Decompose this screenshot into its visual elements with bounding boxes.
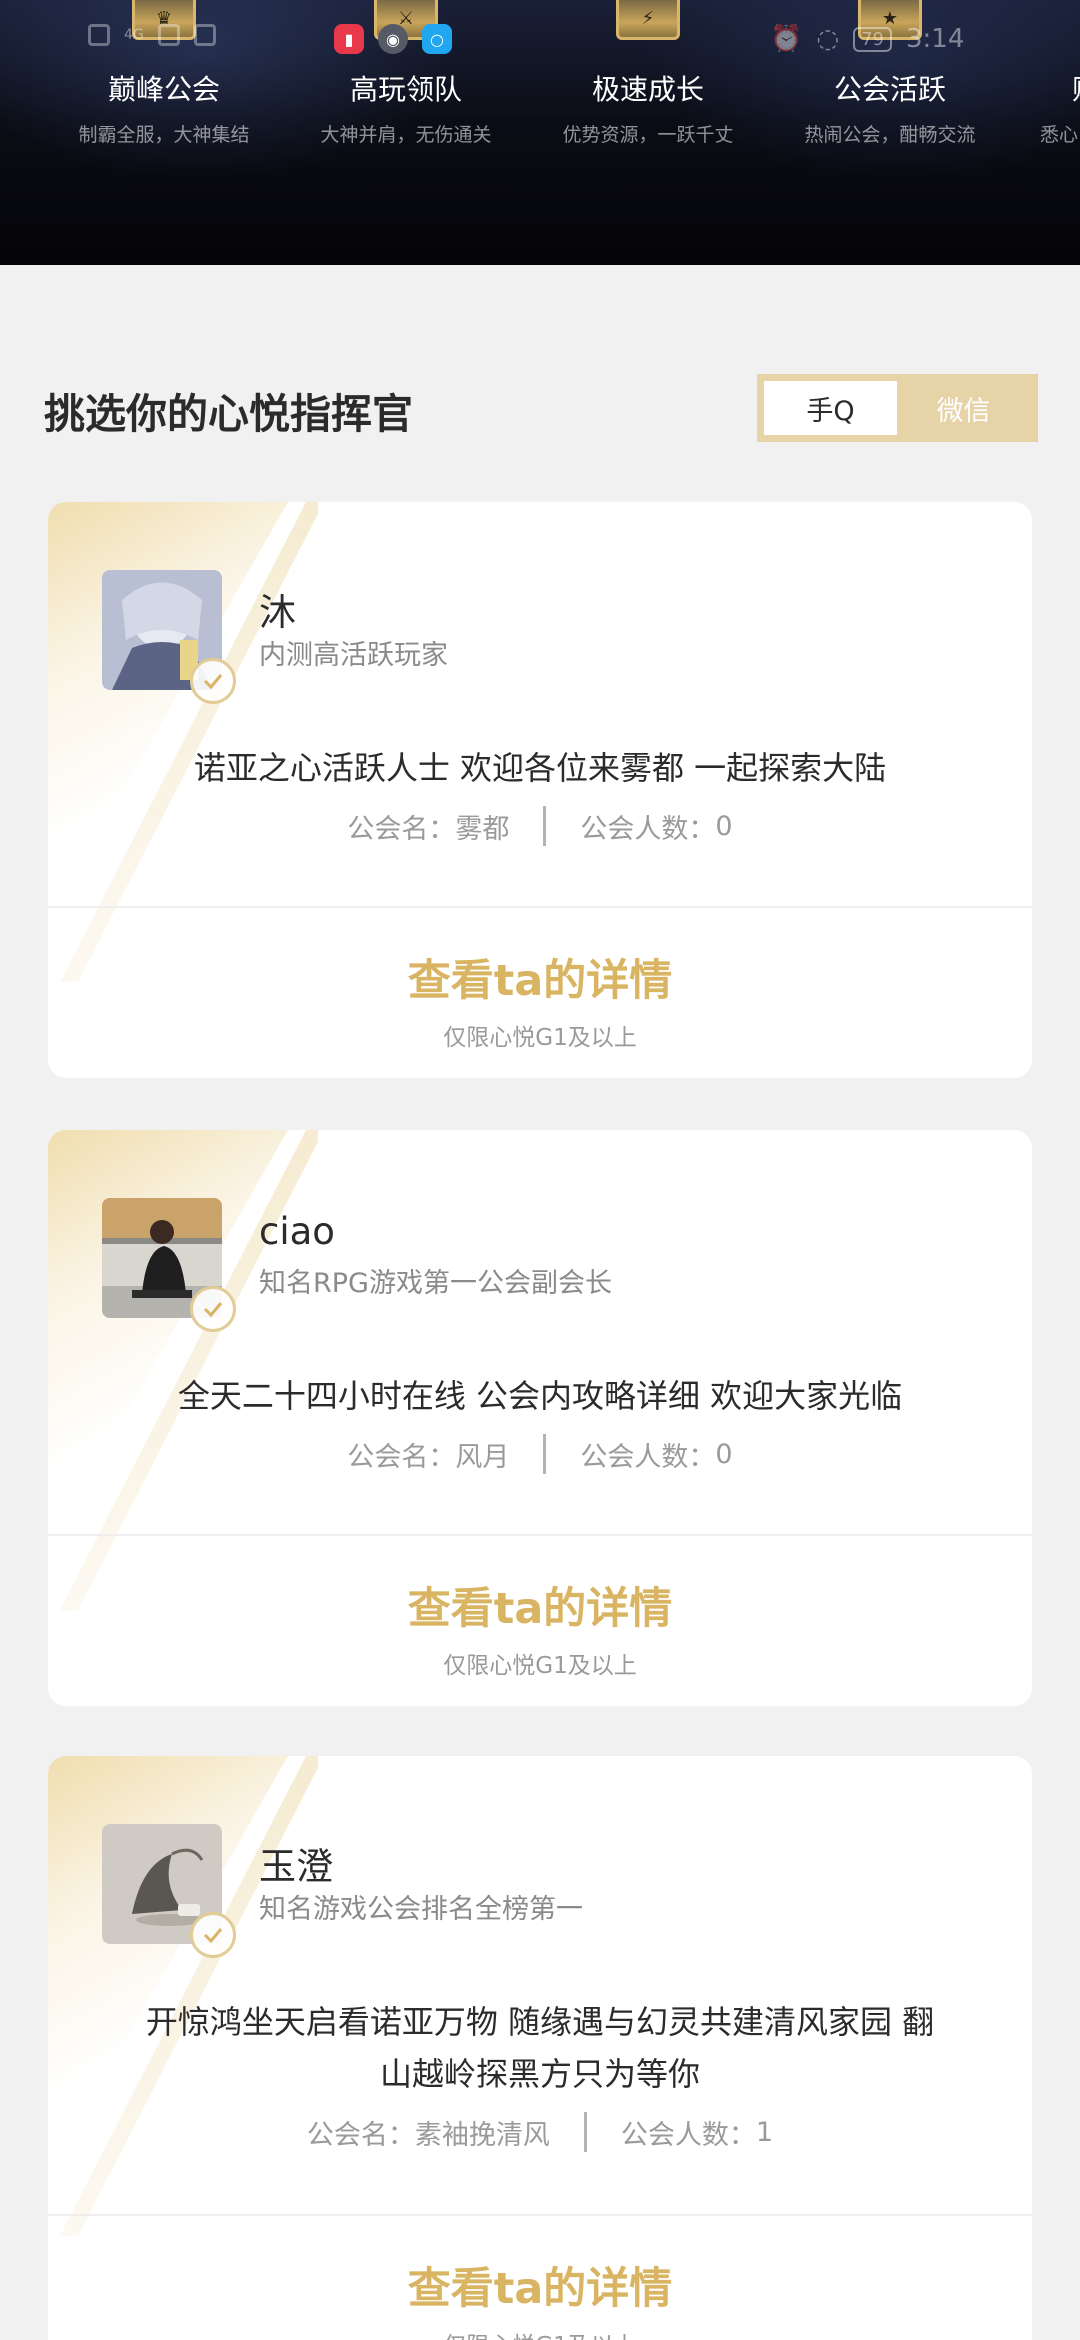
feature-subtitle: 优势资源，一跃千丈: [562, 124, 734, 146]
commander-name: 玉澄: [259, 1845, 333, 1888]
commander-slogan: 诺亚之心活跃人士 欢迎各位来雾都 一起探索大陆: [193, 749, 887, 787]
guild-members-label: 公会人数：: [580, 1441, 716, 1473]
guild-info: 公会名： 素袖挽清风 公会人数： 1: [48, 2110, 1032, 2154]
platform-toggle: 手Q 微信: [757, 374, 1038, 442]
divider: [543, 1434, 547, 1474]
card-header: 玉澄 知名游戏公会排名全榜第一: [48, 1756, 1032, 1996]
guild-commander-page: 4G ▮ ◉ ○ ⏰ ◌ 79 3:14 ♛ 巅峰公会 制霸全服，大神集结 ⚔ …: [0, 0, 1080, 2340]
verified-check-icon: [190, 658, 236, 704]
guild-members: 0: [715, 1438, 733, 1470]
feature-subtitle: 大神并肩，无伤通关: [320, 124, 492, 146]
guild-members-label: 公会人数：: [620, 2119, 756, 2151]
alarm-icon: ⏰: [770, 24, 803, 54]
commander-slogan: 开惊鸿坐天启看诺亚万物 随缘遇与幻灵共建清风家园 翻山越岭探黑方只为等你: [145, 2003, 935, 2093]
status-right: ⏰ ◌ 79 3:14: [770, 24, 964, 54]
card-header: 沐 内测高活跃玩家: [48, 502, 1032, 742]
search-app-icon: ○: [422, 24, 452, 54]
battery-indicator: 79: [853, 26, 892, 52]
details-restriction-note: 仅限心悦G1及以上: [443, 1025, 637, 1051]
feature-title: 极速成长: [591, 73, 704, 106]
commander-title: 知名游戏公会排名全榜第一: [259, 1894, 583, 1925]
commander-name: ciao: [259, 1210, 335, 1253]
guild-members: 1: [755, 2116, 774, 2148]
sim-icon: [88, 24, 110, 46]
divider: [543, 806, 547, 846]
guild-info: 公会名： 风月 公会人数： 0: [48, 1432, 1032, 1476]
guild-name-label: 公会名：: [306, 2119, 415, 2151]
toggle-option-qq[interactable]: 手Q: [764, 381, 897, 435]
media-app-icon: ◉: [378, 24, 408, 54]
commander-card: 沐 内测高活跃玩家 诺亚之心活跃人士 欢迎各位来雾都 一起探索大陆 公会名： 雾…: [48, 502, 1032, 1078]
view-details-button[interactable]: 查看ta的详情: [48, 2254, 1032, 2316]
mute-icon: ◌: [816, 24, 840, 54]
feature-title: 公会活跃: [833, 73, 946, 106]
verified-check-icon: [190, 1286, 236, 1332]
feature-subtitle: 制霸全服，大神集结: [78, 124, 250, 146]
top-banner: 4G ▮ ◉ ○ ⏰ ◌ 79 3:14 ♛ 巅峰公会 制霸全服，大神集结 ⚔ …: [0, 0, 1080, 265]
card-footer: 查看ta的详情 仅限心悦G1及以上: [48, 1534, 1032, 1706]
signal-icon: [157, 24, 180, 46]
section-title: 挑选你的心悦指挥官: [44, 390, 413, 438]
commander-card: 玉澄 知名游戏公会排名全榜第一 开惊鸿坐天启看诺亚万物 随缘遇与幻灵共建清风家园…: [48, 1756, 1032, 2340]
verified-check-icon: [190, 1912, 236, 1958]
commander-card: ciao 知名RPG游戏第一公会副会长 全天二十四小时在线 公会内攻略详细 欢迎…: [48, 1130, 1032, 1706]
book-app-icon: ▮: [334, 24, 364, 54]
feature-subtitle: 热闹公会，酣畅交流: [804, 124, 976, 146]
toggle-option-wechat[interactable]: 微信: [897, 381, 1030, 435]
card-header: ciao 知名RPG游戏第一公会副会长: [48, 1130, 1032, 1370]
guild-name: 雾都: [455, 813, 510, 845]
card-footer: 查看ta的详情 仅限心悦G1及以上: [48, 906, 1032, 1078]
feature-title: 贴: [1012, 68, 1080, 108]
commander-title: 内测高活跃玩家: [259, 640, 448, 671]
divider: [583, 2112, 587, 2152]
guild-members-label: 公会人数：: [580, 813, 716, 845]
guild-name-label: 公会名：: [347, 813, 456, 845]
commander-slogan: 全天二十四小时在线 公会内攻略详细 欢迎大家光临: [177, 1377, 903, 1415]
view-details-button[interactable]: 查看ta的详情: [48, 946, 1032, 1008]
network-type: 4G: [124, 27, 144, 43]
view-details-button[interactable]: 查看ta的详情: [48, 1574, 1032, 1636]
feature-title: 巅峰公会: [107, 73, 220, 106]
feature-title: 高玩领队: [349, 73, 462, 106]
status-bar: 4G ▮ ◉ ○ ⏰ ◌ 79 3:14: [0, 16, 1080, 64]
details-restriction-note: 仅限心悦G1及以上: [48, 2326, 1032, 2340]
guild-members: 0: [715, 810, 733, 842]
guild-info: 公会名： 雾都 公会人数： 0: [48, 804, 1032, 848]
notification-apps: ▮ ◉ ○: [334, 24, 452, 54]
clock: 3:14: [905, 24, 965, 54]
status-left: 4G: [88, 24, 216, 46]
details-restriction-note: 仅限心悦G1及以上: [443, 1653, 637, 1679]
card-footer: 查看ta的详情 仅限心悦G1及以上: [48, 2214, 1032, 2340]
commander-name: 沐: [259, 591, 296, 634]
guild-name: 风月: [455, 1441, 510, 1473]
wifi-icon: [193, 24, 216, 46]
guild-name: 素袖挽清风: [414, 2119, 550, 2151]
feature-subtitle: 悉心: [1040, 124, 1079, 146]
commander-title: 知名RPG游戏第一公会副会长: [259, 1268, 612, 1299]
guild-name-label: 公会名：: [347, 1441, 456, 1473]
